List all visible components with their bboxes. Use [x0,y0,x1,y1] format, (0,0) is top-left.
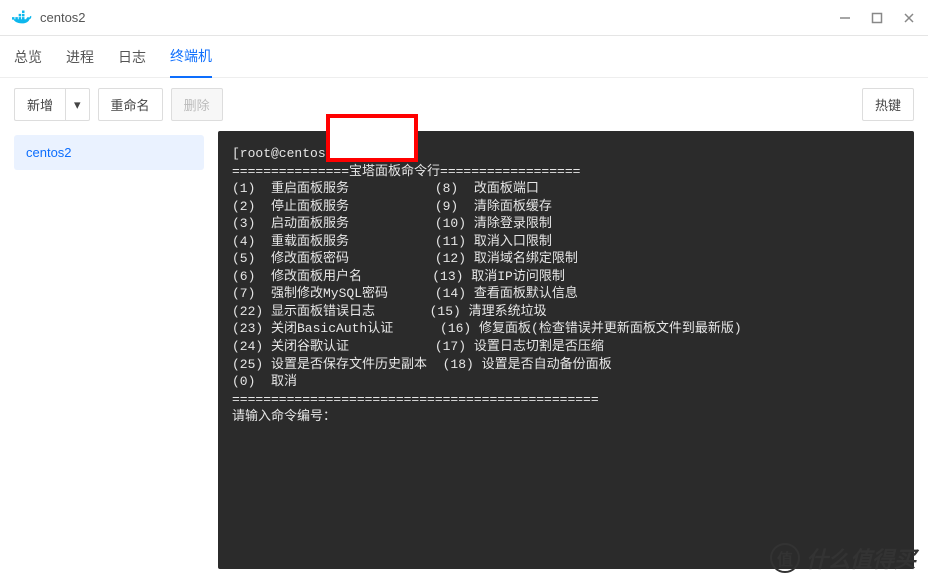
app-icon [12,10,32,26]
menu-line: (24) 关闭谷歌认证 (17) 设置日志切割是否压缩 [232,339,604,354]
menu-line: (1) 重启面板服务 (8) 改面板端口 [232,181,539,196]
new-button-dropdown[interactable]: ▾ [65,88,90,121]
terminal-container: [root@centos2 /]# bt ===============宝塔面板… [218,131,928,583]
new-button[interactable]: 新增 [14,88,65,121]
hotkey-button[interactable]: 热键 [862,88,914,121]
menu-line: (5) 修改面板密码 (12) 取消域名绑定限制 [232,251,578,266]
command: bt [372,146,388,161]
menu-line: (7) 强制修改MySQL密码 (14) 查看面板默认信息 [232,286,578,301]
minimize-button[interactable] [838,11,852,25]
input-prompt: 请输入命令编号： [232,409,336,424]
tab-terminal[interactable]: 终端机 [170,36,212,78]
sidebar-item-centos2[interactable]: centos2 [14,135,204,170]
divider-bottom: ========================================… [232,392,599,407]
tab-overview[interactable]: 总览 [14,37,42,77]
window-controls [838,11,916,25]
menu-line: (22) 显示面板错误日志 (15) 清理系统垃圾 [232,304,547,319]
close-button[interactable] [902,11,916,25]
main: centos2 [root@centos2 /]# bt ===========… [0,131,928,583]
delete-button: 删除 [171,88,223,121]
menu-line: (0) 取消 [232,374,297,389]
menu-line: (6) 修改面板用户名 (13) 取消IP访问限制 [232,269,565,284]
tab-logs[interactable]: 日志 [118,37,146,77]
rename-button[interactable]: 重命名 [98,88,163,121]
divider-top: ===============宝塔面板命令行================== [232,164,580,179]
window-title: centos2 [40,10,838,25]
chevron-down-icon: ▾ [74,97,81,112]
sidebar: centos2 [0,131,218,583]
watermark: 值 什么值得买 [770,542,916,574]
menu-line: (2) 停止面板服务 (9) 清除面板缓存 [232,199,552,214]
prompt: [root@centos2 /]# [232,146,372,161]
menu-line: (4) 重载面板服务 (11) 取消入口限制 [232,234,552,249]
tabs: 总览 进程 日志 终端机 [0,36,928,78]
new-button-group: 新增 ▾ [14,88,90,121]
menu-line: (23) 关闭BasicAuth认证 (16) 修复面板(检查错误并更新面板文件… [232,321,742,336]
menu-line: (25) 设置是否保存文件历史副本 (18) 设置是否自动备份面板 [232,357,612,372]
tab-processes[interactable]: 进程 [66,37,94,77]
menu-line: (3) 启动面板服务 (10) 清除登录限制 [232,216,552,231]
watermark-badge: 值 [770,543,800,573]
toolbar: 新增 ▾ 重命名 删除 热键 [0,78,928,131]
terminal[interactable]: [root@centos2 /]# bt ===============宝塔面板… [218,131,914,569]
watermark-text: 什么值得买 [806,542,916,574]
titlebar: centos2 [0,0,928,36]
maximize-button[interactable] [870,11,884,25]
